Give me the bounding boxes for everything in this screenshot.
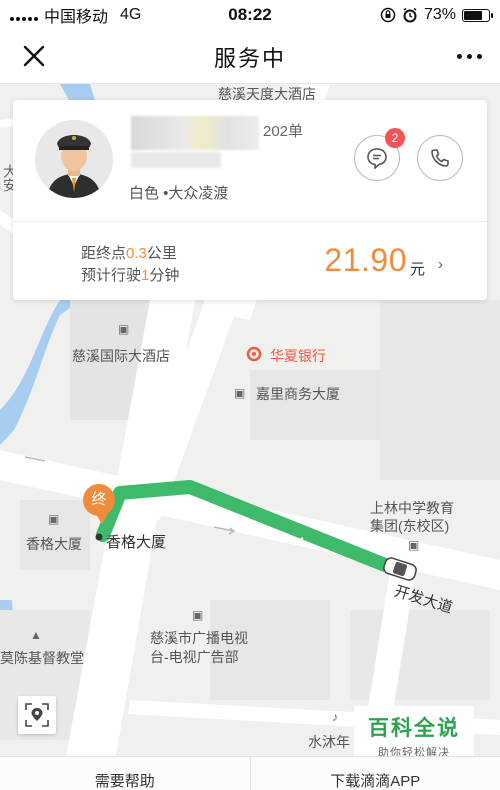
fare-amount[interactable]: 21.90 xyxy=(324,242,407,279)
status-bar: 中国移动 4G 08:22 73% xyxy=(0,0,500,30)
map-label-tv2: 台-电视广告部 xyxy=(150,649,239,665)
signal-icon xyxy=(10,9,38,21)
map-label-church: 莫陈基督教堂 xyxy=(0,650,84,666)
eta-line: 预计行驶1分钟 xyxy=(81,264,179,285)
phone-icon xyxy=(431,149,449,167)
destination-marker-label: 终 xyxy=(91,491,107,508)
map-label-jiali: 嘉里商务大厦 xyxy=(256,386,340,402)
building-icon: ▣ xyxy=(234,386,246,400)
status-right: 73% xyxy=(310,6,493,24)
fare-detail-arrow[interactable]: › xyxy=(438,256,443,273)
music-icon: ♪ xyxy=(332,710,338,724)
eta-unit: 分钟 xyxy=(149,267,180,284)
distance-value: 0.3 xyxy=(126,245,147,262)
map-label-shuimu: 水沐年 xyxy=(308,734,350,750)
message-icon xyxy=(367,148,387,169)
help-button[interactable]: 需要帮助 xyxy=(0,757,250,790)
download-app-button[interactable]: 下载滴滴APP xyxy=(249,757,500,790)
map-label-tv1: 慈溪市广播电视 xyxy=(150,630,248,646)
nav-bar: 服务中 xyxy=(0,30,500,84)
locate-button[interactable] xyxy=(18,696,56,734)
watermark-title: 百科全说 xyxy=(368,717,460,740)
map-label-xiangge-left: 香格大厦 xyxy=(26,536,82,552)
message-button[interactable]: 2 xyxy=(354,128,405,181)
distance-prefix: 距终点 xyxy=(81,245,127,262)
map-label-bank: 华夏银行 xyxy=(270,348,326,364)
status-time: 08:22 xyxy=(228,5,272,24)
eta-prefix: 预计行驶 xyxy=(81,267,142,284)
rotation-lock-icon xyxy=(380,7,396,23)
status-left: 中国移动 4G xyxy=(10,3,190,27)
alarm-icon xyxy=(403,7,417,23)
distance-line: 距终点0.3公里 xyxy=(81,242,177,263)
map-label-hotel-intl: 慈溪国际大酒店 xyxy=(72,348,170,364)
driver-plate-redacted xyxy=(131,152,221,168)
driver-avatar-icon xyxy=(35,120,113,198)
destination-marker-pin xyxy=(96,514,108,524)
call-button[interactable] xyxy=(417,135,463,181)
battery-percent: 73% xyxy=(423,6,456,23)
close-icon[interactable] xyxy=(20,42,48,70)
fare-unit: 元 xyxy=(409,261,425,278)
network-label: 4G xyxy=(120,6,142,23)
locate-icon xyxy=(25,703,49,727)
driver-card: 202单 白色 •大众凌渡 2 距终点0.3公里 预计行驶1分钟 21.90 元… xyxy=(13,100,487,300)
bank-icon xyxy=(246,346,262,362)
page-title: 服务中 xyxy=(213,45,286,71)
driver-avatar xyxy=(35,120,113,198)
tv-station-icon: ▣ xyxy=(192,608,204,622)
car-info: 白色 •大众凌渡 xyxy=(129,185,229,202)
more-icon[interactable] xyxy=(457,54,482,59)
bottom-bar: 需要帮助 下载滴滴APP xyxy=(0,756,500,790)
order-count: 202单 xyxy=(263,123,304,140)
map-label-school2: 集团(东校区) xyxy=(370,518,450,534)
carrier-label: 中国移动 xyxy=(44,9,109,26)
card-divider xyxy=(13,221,487,222)
building-icon-left: ▣ xyxy=(48,512,60,526)
unread-badge: 2 xyxy=(385,128,405,148)
church-icon: ▲ xyxy=(30,628,42,642)
battery-icon xyxy=(462,8,493,22)
destination-marker: 终 xyxy=(83,484,115,516)
distance-unit: 公里 xyxy=(146,245,177,262)
hotel-icon: ▣ xyxy=(118,322,130,336)
map-label-school: 上林中学教育 xyxy=(370,500,454,516)
school-icon: ▣ xyxy=(408,538,420,552)
map-label-xiangge-dest: 香格大厦 xyxy=(106,534,167,551)
driver-name-redacted xyxy=(131,116,259,150)
battery-fill xyxy=(464,10,482,20)
